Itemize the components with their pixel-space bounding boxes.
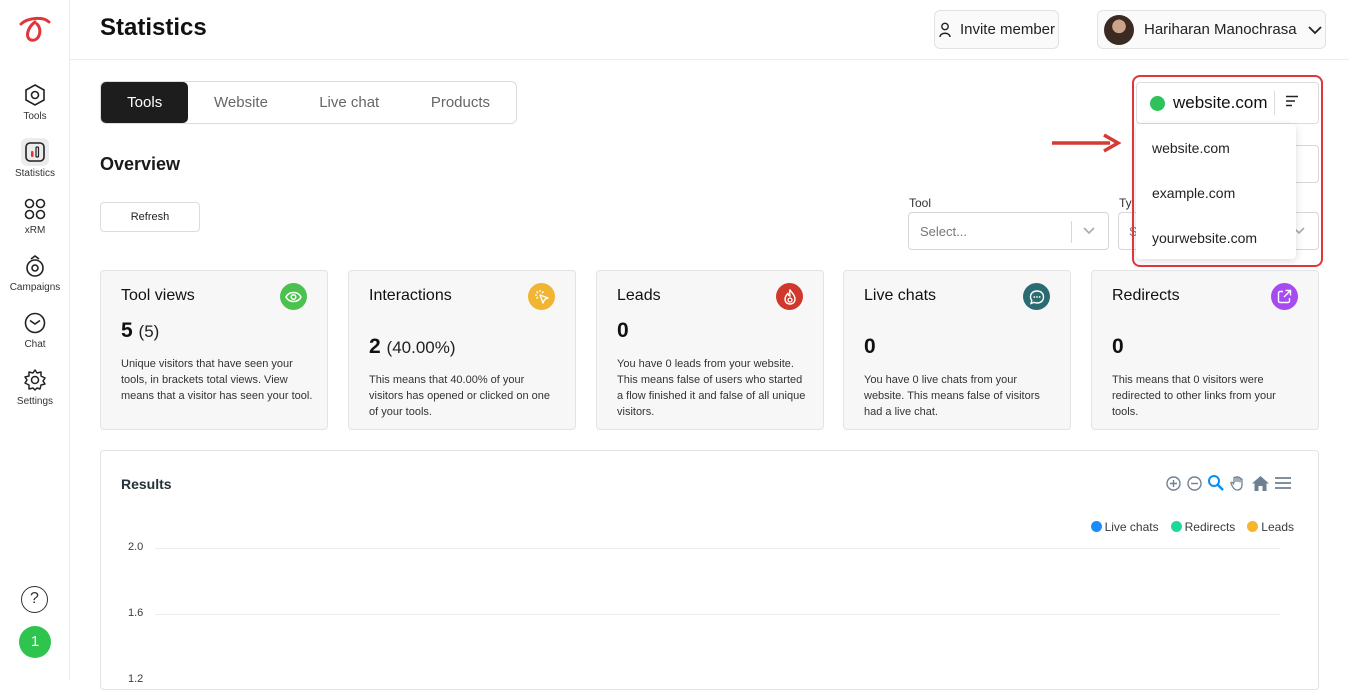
menu-icon[interactable] (1274, 476, 1292, 490)
invite-member-label: Invite member (959, 21, 1056, 38)
card-description: Unique visitors that have seen your tool… (121, 358, 313, 402)
avatar (1104, 14, 1134, 45)
sidebar-item-chat[interactable]: Chat (0, 309, 70, 350)
statistics-icon (21, 138, 49, 166)
external-link-icon (1271, 283, 1298, 310)
type-filter-label: Ty (1119, 196, 1132, 210)
card-value: 0 (617, 319, 629, 342)
magnifier-icon[interactable] (1207, 474, 1225, 492)
gridline (155, 614, 1280, 615)
card-interactions: Interactions 2 (40.00%) This means that … (348, 270, 576, 430)
sidebar-item-label: Settings (16, 396, 54, 407)
campaigns-icon (21, 252, 49, 280)
results-chart: Results Live chats Redirects Leads 2.0 1… (100, 450, 1319, 690)
card-description: You have 0 leads from your website. This… (617, 358, 806, 418)
brand-logo[interactable] (17, 14, 53, 44)
card-tool-views: Tool views 5 (5) Unique visitors that ha… (100, 270, 328, 430)
legend-marker (1247, 521, 1259, 532)
legend-item[interactable]: Leads (1247, 520, 1294, 534)
home-icon[interactable] (1251, 475, 1270, 492)
sidebar-item-tools[interactable]: Tools (0, 81, 70, 122)
user-menu-button[interactable]: Hariharan Manochrasa (1097, 10, 1326, 49)
chart-legend: Live chats Redirects Leads (1090, 520, 1294, 534)
sidebar-item-statistics[interactable]: Statistics (0, 138, 70, 179)
legend-item[interactable]: Redirects (1170, 520, 1235, 534)
card-description: This means that 40.00% of your visitors … (369, 374, 550, 418)
chat-icon (21, 309, 49, 337)
fire-icon (776, 283, 803, 310)
select-divider (1071, 221, 1072, 243)
tab-website[interactable]: Website (188, 82, 293, 123)
tool-filter-label: Tool (909, 196, 932, 210)
highlight-box (1132, 75, 1323, 267)
y-tick-label: 1.2 (128, 673, 144, 685)
card-value: 0 (864, 335, 876, 358)
topbar: Statistics Invite member Hariharan Manoc… (70, 0, 1349, 60)
zoom-in-icon[interactable] (1165, 475, 1182, 492)
tab-products[interactable]: Products (405, 82, 516, 123)
cursor-click-icon (528, 283, 555, 310)
sidebar-item-label: Tools (23, 111, 47, 122)
overview-heading: Overview (100, 154, 181, 174)
help-icon[interactable]: ? (21, 586, 48, 613)
tools-icon (21, 81, 49, 109)
eye-icon (280, 283, 307, 310)
chevron-down-icon (1083, 227, 1095, 235)
chat-bubble-icon (1023, 283, 1050, 310)
card-redirects: Redirects 0 This means that 0 visitors w… (1091, 270, 1319, 430)
tab-tools[interactable]: Tools (101, 82, 189, 123)
sidebar-item-xrm[interactable]: xRM (0, 195, 70, 236)
zoom-out-icon[interactable] (1186, 475, 1203, 492)
card-value: 2 (40.00%) (369, 335, 456, 358)
chart-toolbar (1165, 474, 1292, 492)
legend-item[interactable]: Live chats (1090, 520, 1159, 534)
tool-filter-placeholder: Select... (920, 223, 967, 239)
card-description: You have 0 live chats from your website.… (864, 374, 1040, 418)
refresh-button[interactable]: Refresh (100, 202, 200, 232)
sidebar-item-settings[interactable]: Settings (0, 366, 70, 407)
tab-live-chat[interactable]: Live chat (294, 82, 405, 123)
legend-marker (1090, 521, 1102, 532)
invite-member-button[interactable]: Invite member (934, 10, 1059, 49)
sidebar-item-label: xRM (24, 225, 46, 236)
user-name: Hariharan Manochrasa (1144, 21, 1297, 38)
page-title: Statistics (100, 14, 207, 41)
sidebar: Tools Statistics xRM Campaigns Chat Sett… (0, 0, 70, 680)
card-leads: Leads 0 You have 0 leads from your websi… (596, 270, 824, 430)
gear-icon (21, 366, 49, 394)
tab-bar: Tools Website Live chat Products (100, 81, 517, 124)
grid-icon (21, 195, 49, 223)
sidebar-item-label: Campaigns (9, 282, 61, 293)
sidebar-item-campaigns[interactable]: Campaigns (0, 252, 70, 293)
chart-title: Results (121, 476, 172, 492)
y-tick-label: 2.0 (128, 541, 144, 553)
sidebar-item-label: Chat (24, 339, 46, 350)
card-live-chats: Live chats 0 You have 0 live chats from … (843, 270, 1071, 430)
notification-badge[interactable]: 1 (19, 626, 51, 658)
card-value: 5 (5) (121, 319, 160, 342)
arrow-right-icon (1052, 133, 1122, 153)
gridline (155, 548, 1280, 549)
y-tick-label: 1.6 (128, 607, 144, 619)
user-add-icon (939, 22, 951, 37)
legend-marker (1170, 521, 1182, 532)
card-value: 0 (1112, 335, 1124, 358)
chevron-down-icon (1307, 25, 1322, 34)
tool-filter-select[interactable]: Select... (908, 212, 1109, 250)
card-description: This means that 0 visitors were redirect… (1112, 374, 1276, 418)
pan-hand-icon[interactable] (1229, 474, 1247, 492)
sidebar-item-label: Statistics (14, 168, 55, 179)
